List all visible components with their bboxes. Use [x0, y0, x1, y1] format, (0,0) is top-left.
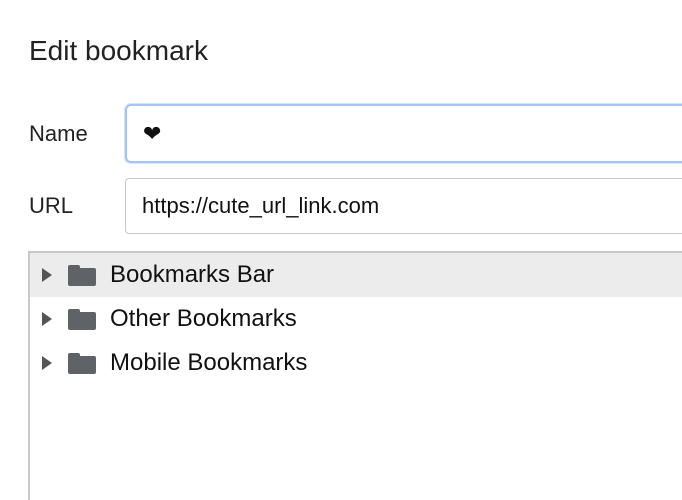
tree-item-label: Other Bookmarks — [110, 305, 297, 332]
tree-item-label: Mobile Bookmarks — [110, 349, 308, 376]
url-label: URL — [29, 193, 74, 218]
tree-item-other-bookmarks[interactable]: Other Bookmarks — [30, 297, 682, 341]
tree-item-label: Bookmarks Bar — [110, 261, 275, 288]
edit-bookmark-dialog: Edit bookmark Name URL Bookmarks Bar Oth… — [0, 0, 682, 500]
url-input[interactable] — [125, 178, 682, 234]
name-label: Name — [29, 121, 88, 146]
tree-item-mobile-bookmarks[interactable]: Mobile Bookmarks — [30, 341, 682, 385]
expand-arrow-icon[interactable] — [42, 356, 52, 370]
expand-arrow-icon[interactable] — [42, 268, 52, 282]
folder-icon — [68, 353, 96, 374]
folder-icon — [68, 265, 96, 286]
tree-item-bookmarks-bar[interactable]: Bookmarks Bar — [30, 253, 682, 297]
folder-icon — [68, 309, 96, 330]
expand-arrow-icon[interactable] — [42, 312, 52, 326]
folder-tree[interactable]: Bookmarks Bar Other Bookmarks Mobile Boo… — [28, 251, 682, 500]
name-input[interactable] — [125, 104, 682, 163]
dialog-title: Edit bookmark — [29, 35, 208, 66]
